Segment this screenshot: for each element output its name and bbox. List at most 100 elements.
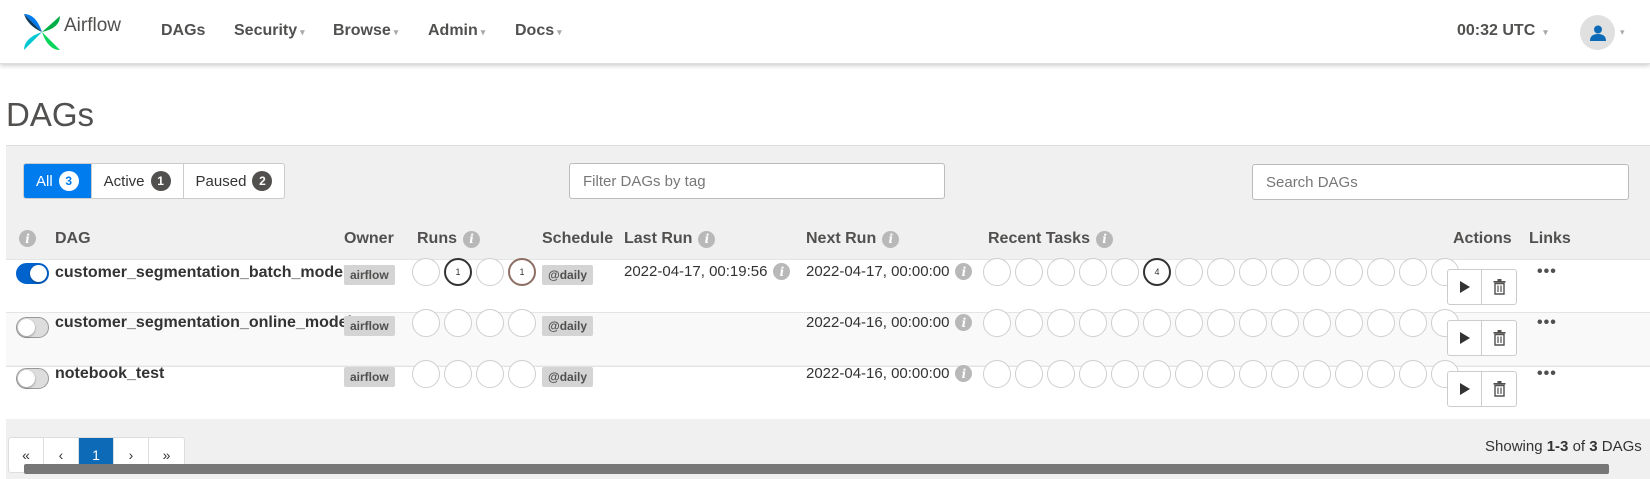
task-status-circle[interactable]: 4: [1143, 258, 1171, 286]
nav-dags[interactable]: DAGs: [161, 22, 205, 40]
task-status-circle[interactable]: [1399, 258, 1427, 286]
info-icon[interactable]: i: [955, 365, 973, 382]
run-status-circle[interactable]: [412, 360, 440, 388]
more-links-icon[interactable]: •••: [1537, 263, 1557, 281]
task-status-circle[interactable]: [1111, 258, 1139, 286]
task-status-circle[interactable]: [1239, 309, 1267, 337]
last-run-link[interactable]: 2022-04-17, 00:19:56: [624, 263, 767, 280]
task-status-circle[interactable]: [1015, 258, 1043, 286]
task-status-circle[interactable]: [1079, 360, 1107, 388]
run-status-circle[interactable]: 1: [508, 258, 536, 286]
task-status-circle[interactable]: [1239, 360, 1267, 388]
nav-admin[interactable]: Admin ▾: [428, 22, 485, 40]
user-avatar-button[interactable]: [1580, 15, 1615, 50]
dag-name-link[interactable]: notebook_test: [55, 365, 164, 383]
task-status-circle[interactable]: [1175, 258, 1203, 286]
more-links-icon[interactable]: •••: [1537, 365, 1557, 383]
task-status-circle[interactable]: [1335, 360, 1363, 388]
owner-tag[interactable]: airflow: [344, 265, 395, 285]
task-status-circle[interactable]: [1207, 258, 1235, 286]
trigger-dag-button[interactable]: [1448, 270, 1482, 304]
task-status-circle[interactable]: [1015, 360, 1043, 388]
info-icon[interactable]: i: [955, 263, 973, 280]
task-status-circle[interactable]: [1335, 309, 1363, 337]
caret-down-icon[interactable]: ▾: [1620, 27, 1625, 38]
more-links-icon[interactable]: •••: [1537, 314, 1557, 332]
tag-filter-input[interactable]: [569, 163, 945, 199]
task-status-circle[interactable]: [1079, 258, 1107, 286]
dag-pause-toggle[interactable]: [16, 317, 49, 338]
schedule-tag[interactable]: @daily: [542, 367, 594, 387]
run-status-circle[interactable]: [412, 258, 440, 286]
run-status-circle[interactable]: [444, 309, 472, 337]
filter-paused-button[interactable]: Paused 2: [184, 164, 285, 198]
nav-browse[interactable]: Browse ▾: [333, 22, 398, 40]
run-status-circle[interactable]: [508, 360, 536, 388]
run-status-circle[interactable]: [476, 258, 504, 286]
task-status-circle[interactable]: [1175, 309, 1203, 337]
info-icon[interactable]: i: [955, 314, 973, 331]
task-status-circle[interactable]: [1303, 360, 1331, 388]
filter-all-button[interactable]: All 3: [24, 164, 92, 198]
delete-dag-button[interactable]: [1482, 321, 1516, 355]
run-status-circle[interactable]: 1: [444, 258, 472, 286]
owner-tag[interactable]: airflow: [344, 316, 395, 336]
task-status-circle[interactable]: [983, 258, 1011, 286]
task-status-circle[interactable]: [1207, 309, 1235, 337]
search-dags-input[interactable]: [1252, 164, 1629, 200]
task-status-circle[interactable]: [1367, 309, 1395, 337]
run-status-circle[interactable]: [476, 309, 504, 337]
schedule-tag[interactable]: @daily: [542, 316, 594, 336]
task-status-circle[interactable]: [983, 309, 1011, 337]
task-status-circle[interactable]: [1111, 309, 1139, 337]
task-status-circle[interactable]: [1175, 360, 1203, 388]
nav-security[interactable]: Security ▾: [234, 22, 305, 40]
run-status-circle[interactable]: [412, 309, 440, 337]
task-status-circle[interactable]: [1303, 309, 1331, 337]
task-status-circle[interactable]: [1079, 309, 1107, 337]
task-status-circle[interactable]: [1047, 309, 1075, 337]
delete-dag-button[interactable]: [1482, 372, 1516, 406]
info-icon[interactable]: i: [773, 263, 791, 280]
dag-name-link[interactable]: customer_segmentation_online_model: [55, 314, 352, 332]
timezone-dropdown[interactable]: 00:32 UTC ▾: [1457, 22, 1548, 40]
task-status-circle[interactable]: [1207, 360, 1235, 388]
task-status-circle[interactable]: [1143, 360, 1171, 388]
run-status-circle[interactable]: [444, 360, 472, 388]
info-icon[interactable]: i: [698, 230, 716, 248]
schedule-tag[interactable]: @daily: [542, 265, 594, 285]
dag-name-link[interactable]: customer_segmentation_batch_model: [55, 264, 348, 282]
nav-docs[interactable]: Docs ▾: [515, 22, 562, 40]
filter-active-button[interactable]: Active 1: [92, 164, 184, 198]
trigger-dag-button[interactable]: [1448, 372, 1482, 406]
task-status-circle[interactable]: [1143, 309, 1171, 337]
task-status-circle[interactable]: [1399, 360, 1427, 388]
task-status-circle[interactable]: [1047, 258, 1075, 286]
delete-dag-button[interactable]: [1482, 270, 1516, 304]
brand-logo-link[interactable]: Airflow: [22, 10, 121, 54]
task-status-circle[interactable]: [1335, 258, 1363, 286]
run-status-circle[interactable]: [508, 309, 536, 337]
task-status-circle[interactable]: [1399, 309, 1427, 337]
owner-tag[interactable]: airflow: [344, 367, 395, 387]
column-header-dag[interactable]: DAG: [55, 230, 91, 248]
info-icon[interactable]: i: [463, 230, 480, 248]
dag-pause-toggle[interactable]: [16, 263, 49, 284]
info-icon[interactable]: i: [1095, 230, 1113, 248]
run-status-circle[interactable]: [476, 360, 504, 388]
task-status-circle[interactable]: [1367, 360, 1395, 388]
dag-pause-toggle[interactable]: [16, 368, 49, 389]
trigger-dag-button[interactable]: [1448, 321, 1482, 355]
info-icon[interactable]: i: [882, 230, 900, 248]
horizontal-scrollbar[interactable]: [24, 464, 1609, 474]
task-status-circle[interactable]: [1367, 258, 1395, 286]
task-status-circle[interactable]: [1111, 360, 1139, 388]
task-status-circle[interactable]: [1271, 258, 1299, 286]
header-info-icon[interactable]: i: [19, 230, 36, 247]
task-status-circle[interactable]: [1239, 258, 1267, 286]
task-status-circle[interactable]: [1015, 309, 1043, 337]
task-status-circle[interactable]: [1271, 309, 1299, 337]
task-status-circle[interactable]: [1303, 258, 1331, 286]
task-status-circle[interactable]: [1047, 360, 1075, 388]
task-status-circle[interactable]: [1271, 360, 1299, 388]
